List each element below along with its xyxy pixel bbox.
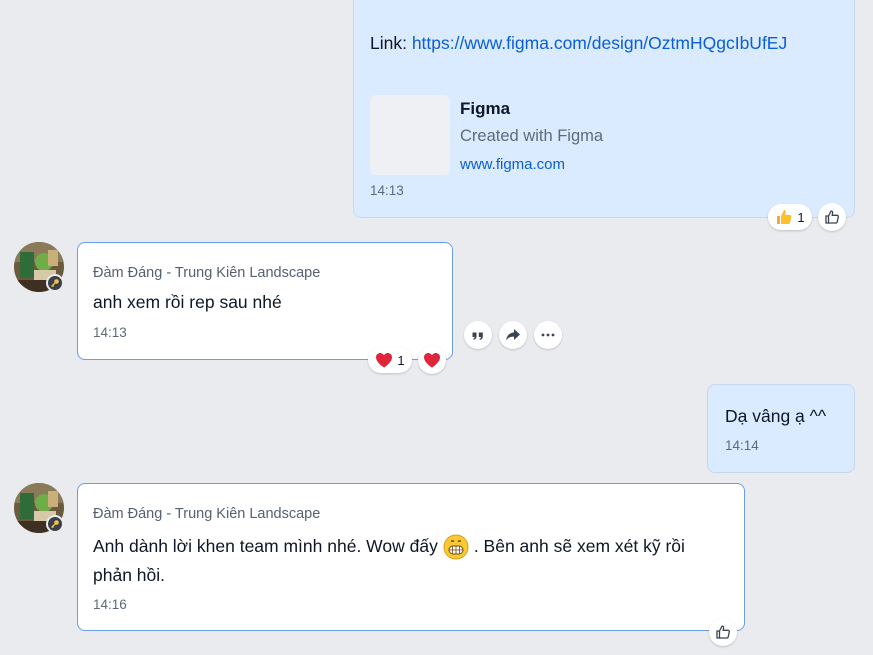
message-time: 14:13 bbox=[93, 325, 127, 340]
message-bubble-link[interactable]: Link: https://www.figma.com/design/OztmH… bbox=[353, 0, 855, 218]
quote-button[interactable] bbox=[464, 321, 492, 349]
message-text-after: . Bên anh sẽ xem xét kỹ rồi bbox=[473, 536, 685, 556]
message-text: anh xem rồi rep sau nhé bbox=[93, 292, 282, 312]
message-text-before: Anh dành lời khen team mình nhé. Wow đấy bbox=[93, 536, 438, 556]
key-icon bbox=[51, 520, 59, 528]
link-preview-title[interactable]: Figma bbox=[460, 99, 510, 119]
message-time: 14:14 bbox=[725, 438, 759, 453]
message-time: 14:13 bbox=[370, 183, 404, 198]
quote-icon bbox=[472, 332, 483, 340]
thumbs-up-outline-icon bbox=[825, 210, 839, 224]
thumbs-up-outline-icon bbox=[716, 625, 730, 639]
like-button[interactable] bbox=[709, 618, 737, 646]
reaction-count: 1 bbox=[797, 209, 805, 225]
message-bubble[interactable]: Đàm Đáng - Trung Kiên Landscape anh xem … bbox=[77, 242, 453, 360]
forward-icon bbox=[506, 329, 520, 341]
message-bubble[interactable]: Đàm Đáng - Trung Kiên Landscape Anh dành… bbox=[77, 483, 745, 631]
heart-emoji-icon bbox=[376, 353, 393, 368]
link-preview-description: Created with Figma bbox=[460, 127, 604, 145]
forward-button[interactable] bbox=[499, 321, 527, 349]
message-text-line-2: phản hồi. bbox=[93, 565, 166, 585]
reaction-summary[interactable]: 1 bbox=[368, 347, 412, 373]
link-preview-domain[interactable]: www.figma.com bbox=[460, 156, 565, 173]
link-prefix: Link: bbox=[370, 33, 412, 53]
key-badge bbox=[46, 515, 64, 533]
key-badge bbox=[46, 274, 64, 292]
link-url[interactable]: https://www.figma.com/design/OztmHQgcIbU… bbox=[412, 33, 787, 53]
like-button[interactable] bbox=[818, 203, 846, 231]
sender-name[interactable]: Đàm Đáng - Trung Kiên Landscape bbox=[93, 506, 320, 522]
message-bubble[interactable]: Dạ vâng ạ ^^ 14:14 bbox=[707, 384, 855, 473]
message-text-line-1: Anh dành lời khen team mình nhé. Wow đấy… bbox=[93, 532, 685, 561]
key-icon bbox=[51, 279, 59, 287]
more-icon bbox=[541, 333, 555, 337]
thumbs-up-emoji-icon bbox=[777, 210, 792, 224]
reaction-count: 1 bbox=[397, 352, 405, 368]
grinning-face-emoji-icon bbox=[443, 534, 469, 559]
message-text: Dạ vâng ạ ^^ bbox=[725, 406, 827, 426]
more-button[interactable] bbox=[534, 321, 562, 349]
message-time: 14:16 bbox=[93, 597, 127, 612]
react-heart-button[interactable] bbox=[418, 346, 446, 374]
link-line: Link: https://www.figma.com/design/OztmH… bbox=[370, 33, 787, 54]
link-preview-thumbnail[interactable] bbox=[370, 95, 450, 175]
heart-emoji-icon bbox=[424, 353, 440, 368]
reaction-summary[interactable]: 1 bbox=[768, 204, 812, 230]
sender-name[interactable]: Đàm Đáng - Trung Kiên Landscape bbox=[93, 265, 320, 281]
